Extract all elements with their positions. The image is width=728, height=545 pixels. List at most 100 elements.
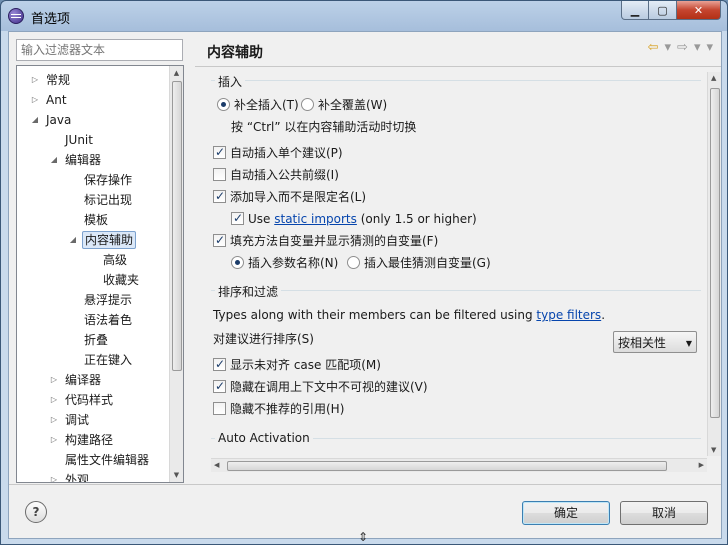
settings-scroll-thumb[interactable] <box>710 88 720 418</box>
resize-grip-icon[interactable]: ⇕ <box>358 530 368 544</box>
forward-dropdown-icon[interactable]: ▾ <box>694 40 701 55</box>
tree-item-label: 语法着色 <box>84 313 133 327</box>
insert-parameter-names-radio[interactable]: 插入参数名称(N) <box>231 255 338 271</box>
ok-button[interactable]: 确定 <box>522 501 610 525</box>
tree-item-label: 高级 <box>103 253 128 267</box>
collapsed-arrow-icon[interactable]: ▷ <box>29 90 41 110</box>
toggle-hint-text: 按 “Ctrl” 以在内容辅助活动时切换 <box>231 120 417 134</box>
window-controls: ▁ ▢ ✕ <box>621 1 721 20</box>
maximize-icon: ▢ <box>657 3 668 17</box>
radio-unselected-icon <box>347 256 360 269</box>
tree-item-label: 正在键入 <box>84 353 133 367</box>
collapsed-arrow-icon[interactable]: ▷ <box>48 410 60 430</box>
auto-insert-single-checkbox[interactable]: 自动插入单个建议(P) <box>213 144 343 161</box>
expanded-arrow-icon[interactable]: ◢ <box>48 150 60 170</box>
add-import-checkbox[interactable]: 添加导入而不是限定名(L) <box>213 188 366 205</box>
fill-arguments-label: 填充方法自变量并显示猜测的自变量(F) <box>230 234 439 248</box>
hide-invisible-label: 隐藏在调用上下文中不可视的建议(V) <box>230 380 428 394</box>
auto-activation-title: Auto Activation <box>215 431 313 445</box>
close-icon: ✕ <box>693 3 704 17</box>
tree-item-label: JUnit <box>65 133 93 147</box>
cancel-button[interactable]: 取消 <box>620 501 708 525</box>
tree-item-label: 属性文件编辑器 <box>65 453 150 467</box>
button-bar-divider <box>9 484 721 485</box>
title-divider <box>195 66 721 67</box>
insertion-group-title: 插入 <box>215 73 246 90</box>
help-icon: ? <box>32 505 40 519</box>
radio-selected-icon <box>231 256 244 269</box>
auto-insert-prefix-label: 自动插入公共前缀(I) <box>230 168 339 182</box>
sort-proposals-row: 对建议进行排序(S) 按相关性 ▼ <box>213 331 703 353</box>
content-assist-settings: 插入 补全插入(T) 补全覆盖(W) 按 “Ctrl” 以在内容辅助活动时切换 … <box>205 72 707 456</box>
fill-arguments-checkbox[interactable]: 填充方法自变量并显示猜测的自变量(F) <box>213 232 439 249</box>
dialog-body: ▷常规▷Ant◢JavaJUnit◢编辑器保存操作标记出现模板◢内容辅助高级收藏… <box>8 31 722 544</box>
tree-item-label: 收藏夹 <box>103 273 140 287</box>
auto-insert-prefix-checkbox[interactable]: 自动插入公共前缀(I) <box>213 167 339 183</box>
scroll-up-arrow-icon[interactable]: ▲ <box>170 66 183 80</box>
tree-item-label: 常规 <box>46 73 71 87</box>
tree-item-label: 内容辅助 <box>82 231 137 249</box>
collapsed-arrow-icon[interactable]: ▷ <box>48 470 60 482</box>
tree-vertical-scrollbar[interactable]: ▲ ▼ <box>169 66 183 482</box>
insert-best-guess-radio[interactable]: 插入最佳猜测自变量(G) <box>347 255 491 271</box>
show-camel-case-checkbox[interactable]: 显示未对齐 case 匹配项(M) <box>213 356 381 373</box>
tree-item-label: Java <box>46 113 72 127</box>
completion-overwrites-radio[interactable]: 补全覆盖(W) <box>301 97 387 113</box>
collapsed-arrow-icon[interactable]: ▷ <box>48 390 60 410</box>
use-static-prefix-label: Use <box>248 212 275 226</box>
checkbox-checked-icon <box>213 356 226 372</box>
type-filters-text: Types along with their members can be fi… <box>213 307 605 323</box>
checkbox-checked-icon <box>213 378 226 394</box>
collapsed-arrow-icon[interactable]: ▷ <box>48 430 60 450</box>
insert-best-guess-label: 插入最佳猜测自变量(G) <box>364 256 491 270</box>
auto-activation-group: Auto Activation <box>211 431 701 456</box>
maximize-button[interactable]: ▢ <box>649 1 677 20</box>
view-menu-icon[interactable]: ▾ <box>706 40 713 55</box>
checkbox-checked-icon <box>213 232 226 248</box>
back-dropdown-icon[interactable]: ▾ <box>665 40 672 55</box>
settings-hscroll-thumb[interactable] <box>227 461 667 471</box>
minimize-icon: ▁ <box>630 3 640 17</box>
radio-selected-icon <box>217 98 230 111</box>
completion-inserts-radio[interactable]: 补全插入(T) <box>217 97 299 113</box>
settings-vertical-scrollbar[interactable]: ▲ ▼ <box>707 72 721 456</box>
use-static-imports-checkbox[interactable]: Use static imports (only 1.5 or higher) <box>231 210 477 227</box>
tree-item-label: 调试 <box>65 413 90 427</box>
expanded-arrow-icon[interactable]: ◢ <box>29 110 41 130</box>
close-button[interactable]: ✕ <box>677 1 721 20</box>
forward-arrow-icon[interactable]: ⇨ <box>677 40 688 55</box>
hide-deprecated-checkbox[interactable]: 隐藏不推荐的引用(H) <box>213 401 344 417</box>
auto-insert-single-label: 自动插入单个建议(P) <box>230 146 343 160</box>
filter-input[interactable] <box>16 39 183 61</box>
preference-tree: ▷ 常规 ▷ Ant ◢ Java JUnit ◢ 编辑器 保存操作 标记出现 模板 ◢ 内容辅助 高级 收藏… <box>16 65 184 483</box>
scroll-down-arrow-icon[interactable]: ▼ <box>711 446 716 454</box>
scroll-right-arrow-icon[interactable]: ▶ <box>699 461 704 469</box>
expanded-arrow-icon[interactable]: ◢ <box>67 230 79 250</box>
settings-pane: 内容辅助 ⇦ ▾ ⇨ ▾ ▾ 插入 补全插入(T) 补全覆盖(W) 按 “Ctr… <box>195 32 721 484</box>
hide-invisible-checkbox[interactable]: 隐藏在调用上下文中不可视的建议(V) <box>213 378 428 395</box>
scroll-down-arrow-icon[interactable]: ▼ <box>170 468 183 482</box>
show-camel-case-label: 显示未对齐 case 匹配项(M) <box>230 358 381 372</box>
back-arrow-icon[interactable]: ⇦ <box>648 40 659 55</box>
type-filters-link[interactable]: type filters <box>536 308 601 322</box>
use-static-suffix-label: (only 1.5 or higher) <box>356 212 477 226</box>
tree-scroll-thumb[interactable] <box>172 81 182 371</box>
type-filters-period: . <box>601 308 606 322</box>
settings-horizontal-scrollbar[interactable]: ◀ ▶ <box>211 458 707 472</box>
history-navigation: ⇦ ▾ ⇨ ▾ ▾ <box>648 40 713 55</box>
minimize-button[interactable]: ▁ <box>621 1 649 20</box>
scroll-left-arrow-icon[interactable]: ◀ <box>214 461 219 469</box>
sort-proposals-dropdown[interactable]: 按相关性 ▼ <box>613 331 697 353</box>
scroll-up-arrow-icon[interactable]: ▲ <box>711 74 716 82</box>
help-button[interactable]: ? <box>25 501 47 523</box>
collapsed-arrow-icon[interactable]: ▷ <box>48 370 60 390</box>
tree-item-label: 编辑器 <box>65 153 102 167</box>
hide-deprecated-label: 隐藏不推荐的引用(H) <box>230 402 345 416</box>
completion-inserts-label: 补全插入(T) <box>234 98 299 112</box>
checkbox-checked-icon <box>213 188 226 204</box>
tree-item-label: 保存操作 <box>84 173 133 187</box>
title-bar[interactable]: 首选项 ▁ ▢ ✕ <box>1 1 727 31</box>
collapsed-arrow-icon[interactable]: ▷ <box>29 70 41 90</box>
static-imports-link[interactable]: static imports <box>274 212 357 226</box>
sort-proposals-value: 按相关性 <box>618 336 667 350</box>
